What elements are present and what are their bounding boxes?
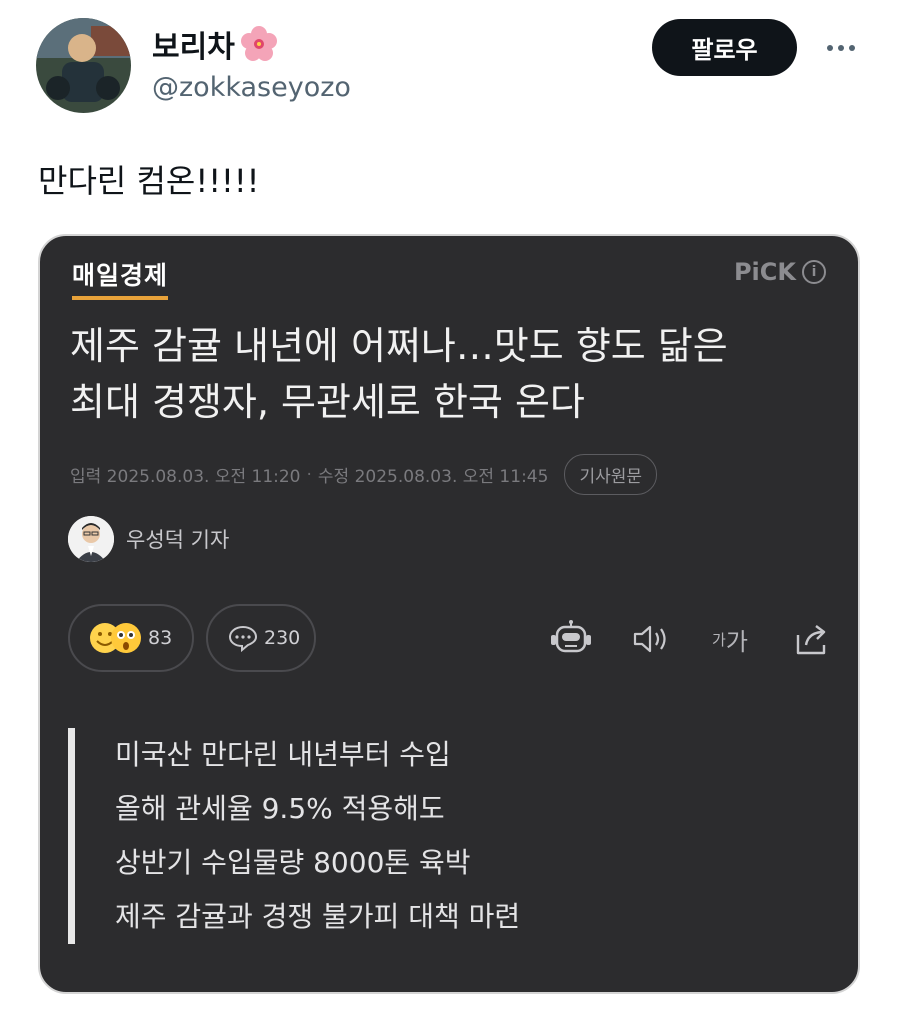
speaker-icon [628,616,674,662]
reporter-name: 우성덕 기자 [126,528,230,552]
font-size-small: 가 [712,630,726,649]
display-name-text: 보리차 [152,30,235,65]
tweet-text: 만다린 컴온!!!!! [38,162,260,200]
user-handle[interactable]: @zokkaseyozo [152,72,351,103]
follow-button[interactable]: 팔로우 [652,19,797,76]
headline-line: 최대 경쟁자, 무관세로 한국 온다 [70,380,585,424]
article-dates: 입력 2025.08.03. 오전 11:20 · 수정 2025.08.03.… [70,454,657,495]
summary-line: 상반기 수입물량 8000톤 육박 [115,846,471,879]
press-logo: 매일경제 [72,256,169,300]
reaction-emoji-icon [90,623,141,653]
info-icon: i [802,260,826,284]
summary-line: 올해 관세율 9.5% 적용해도 [115,792,445,825]
comment-button: 230 [206,604,316,672]
headline-line: 제주 감귤 내년에 어쩌나…맛도 향도 닮은 [70,324,728,368]
summary-line: 미국산 만다린 내년부터 수입 [115,738,451,771]
reaction-button: 83 [68,604,194,672]
hibiscus-emoji-icon [239,24,279,64]
robot-summary-icon [548,616,594,662]
reaction-count: 83 [148,627,173,649]
summary-line: 제주 감귤과 경쟁 불가피 대책 마련 [115,900,521,933]
date-separator: · [306,464,312,485]
article-headline: 제주 감귤 내년에 어쩌나…맛도 향도 닮은 최대 경쟁자, 무관세로 한국 온… [70,318,840,430]
more-options-icon[interactable] [820,30,862,66]
modified-date: 수정 2025.08.03. 오전 11:45 [317,467,549,487]
font-size-icon: 가가 [702,616,758,662]
pick-label: PiCK [733,258,796,286]
pick-badge: PiCK i [734,258,826,286]
font-size-large: 가 [725,627,748,656]
article-summary: 미국산 만다린 내년부터 수입 올해 관세율 9.5% 적용해도 상반기 수입물… [68,728,520,944]
original-article-button: 기사원문 [564,454,657,495]
display-name[interactable]: 보리차 [152,22,279,66]
dot [838,45,844,51]
reporter-avatar [68,516,114,562]
article-image-card[interactable]: 매일경제 PiCK i 제주 감귤 내년에 어쩌나…맛도 향도 닮은 최대 경쟁… [38,234,860,994]
input-date: 입력 2025.08.03. 오전 11:20 [70,467,301,487]
reporter: 우성덕 기자 [68,516,229,562]
profile-avatar[interactable] [36,18,131,113]
dot [827,45,833,51]
comment-bubble-icon [228,625,258,652]
share-icon [788,616,834,662]
comment-count: 230 [264,627,301,649]
dot [849,45,855,51]
